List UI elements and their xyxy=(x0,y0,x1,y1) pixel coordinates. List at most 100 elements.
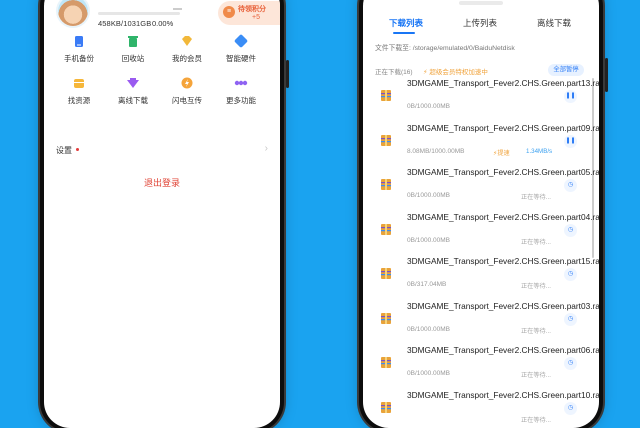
lightning-transfer-icon xyxy=(180,76,194,90)
feature-label: 闪电互传 xyxy=(160,95,214,106)
power-key xyxy=(605,58,608,92)
tab-download-list[interactable]: 下载列表 xyxy=(389,17,423,29)
storage-usage: 458KB/1031GB xyxy=(98,19,151,28)
clock-icon[interactable]: ◷ xyxy=(564,224,577,237)
file-name: 3DMGAME_Transport_Fever2.CHS.Green.part1… xyxy=(407,390,563,401)
clock-icon[interactable]: ◷ xyxy=(564,268,577,281)
active-tab-indicator xyxy=(393,32,415,34)
download-status: 正在等待... xyxy=(521,415,551,424)
download-status: 正在等待... xyxy=(521,326,551,335)
pause-icon[interactable]: ❚❚ xyxy=(564,90,577,103)
vip-diamond-icon xyxy=(180,34,194,48)
clock-icon[interactable]: ◷ xyxy=(564,313,577,326)
feature-label: 手机备份 xyxy=(52,53,106,64)
archive-file-icon xyxy=(381,90,391,101)
download-item[interactable]: 3DMGAME_Transport_Fever2.CHS.Green.part0… xyxy=(363,167,599,211)
file-name: 3DMGAME_Transport_Fever2.CHS.Green.part0… xyxy=(407,167,563,178)
volume-key xyxy=(286,60,289,88)
file-progress: 0B/1000.00MB xyxy=(407,326,450,333)
points-value: +5 xyxy=(252,14,260,21)
download-item[interactable]: 3DMGAME_Transport_Fever2.CHS.Green.part1… xyxy=(363,390,599,428)
phone-left-frame: 458KB/1031GB 0.00% ≡ 待领积分 +5 手机备份回收站我的会员… xyxy=(44,0,280,428)
file-name: 3DMGAME_Transport_Fever2.CHS.Green.part0… xyxy=(407,212,563,223)
clock-icon[interactable]: ◷ xyxy=(564,179,577,192)
pause-all-button[interactable]: 全部暂停 xyxy=(548,64,584,76)
feature-vip-diamond[interactable]: 我的会员 xyxy=(160,34,214,64)
clock-icon[interactable]: ◷ xyxy=(564,402,577,415)
storage-percent: 0.00% xyxy=(152,19,173,28)
feature-label: 更多功能 xyxy=(214,95,268,106)
file-name: 3DMGAME_Transport_Fever2.CHS.Green.part1… xyxy=(407,78,563,89)
feature-more-features[interactable]: 更多功能 xyxy=(214,76,268,106)
phone-right-frame: 下载列表 上传列表 离线下载 文件下载至: /storage/emulated/… xyxy=(363,0,599,428)
save-path: 文件下载至: /storage/emulated/0/BaiduNetdisk xyxy=(375,42,515,52)
status-bar xyxy=(459,1,503,5)
chevron-right-icon: › xyxy=(265,143,268,154)
logout-button[interactable]: 退出登录 xyxy=(104,175,220,189)
file-name: 3DMGAME_Transport_Fever2.CHS.Green.part1… xyxy=(407,256,563,267)
storage-progress-bar xyxy=(98,12,180,15)
clock-icon[interactable]: ◷ xyxy=(564,357,577,370)
phone-backup-icon xyxy=(72,34,86,48)
feature-smart-hardware[interactable]: 智能硬件 xyxy=(214,34,268,64)
recycle-bin-icon xyxy=(126,34,140,48)
feature-label: 回收站 xyxy=(106,53,160,64)
feature-lightning-transfer[interactable]: 闪电互传 xyxy=(160,76,214,106)
downloading-count: 正在下载(16) xyxy=(375,66,413,76)
feature-label: 智能硬件 xyxy=(214,53,268,64)
smart-hardware-icon xyxy=(234,34,248,48)
file-progress: 0B/1000.00MB xyxy=(407,370,450,377)
settings-label: 设置 xyxy=(56,145,72,156)
vip-hint-text: 超级会员特权加速中 xyxy=(429,69,488,76)
feature-label: 我的会员 xyxy=(160,53,214,64)
notification-dot xyxy=(76,148,79,151)
download-item[interactable]: 3DMGAME_Transport_Fever2.CHS.Green.part1… xyxy=(363,78,599,122)
archive-file-icon xyxy=(381,268,391,279)
download-status: 正在等待... xyxy=(521,192,551,201)
points-label: 待领积分 xyxy=(238,4,266,14)
archive-file-icon xyxy=(381,135,391,146)
archive-file-icon xyxy=(381,313,391,324)
vip-speed-hint: ⚡ 超级会员特权加速中 xyxy=(423,66,488,76)
archive-file-icon xyxy=(381,402,391,413)
speed-tag-text: 提速 xyxy=(497,150,509,157)
tab-upload-list[interactable]: 上传列表 xyxy=(463,17,497,29)
download-item[interactable]: 3DMGAME_Transport_Fever2.CHS.Green.part1… xyxy=(363,256,599,300)
feature-phone-backup[interactable]: 手机备份 xyxy=(52,34,106,64)
file-name: 3DMGAME_Transport_Fever2.CHS.Green.part0… xyxy=(407,301,563,312)
archive-file-icon xyxy=(381,224,391,235)
download-status: 正在等待... xyxy=(521,281,551,290)
download-item[interactable]: 3DMGAME_Transport_Fever2.CHS.Green.part0… xyxy=(363,212,599,256)
more-features-icon xyxy=(234,76,248,90)
points-badge[interactable]: ≡ 待领积分 +5 xyxy=(218,1,280,25)
feature-recycle-bin[interactable]: 回收站 xyxy=(106,34,160,64)
download-status: 正在等待... xyxy=(521,370,551,379)
feature-find-resources[interactable]: 找资源 xyxy=(52,76,106,106)
tab-offline-download[interactable]: 离线下载 xyxy=(537,17,571,29)
settings-row[interactable]: 设置 › xyxy=(56,143,268,159)
file-progress: 0B/1000.00MB xyxy=(407,192,450,199)
download-item[interactable]: 3DMGAME_Transport_Fever2.CHS.Green.part0… xyxy=(363,123,599,167)
feature-label: 找资源 xyxy=(52,95,106,106)
feature-label: 离线下载 xyxy=(106,95,160,106)
download-item[interactable]: 3DMGAME_Transport_Fever2.CHS.Green.part0… xyxy=(363,301,599,345)
file-progress: 0B/1000.00MB xyxy=(407,103,450,110)
archive-file-icon xyxy=(381,179,391,190)
speed-boost-tag: ⚡提速 xyxy=(493,148,510,157)
pause-icon[interactable]: ❚❚ xyxy=(564,135,577,148)
archive-file-icon xyxy=(381,357,391,368)
download-speed: 1.34MB/s xyxy=(526,148,552,155)
feature-offline-download[interactable]: 离线下载 xyxy=(106,76,160,106)
file-progress: 8.08MB/1000.00MB xyxy=(407,148,464,155)
download-status: 正在等待... xyxy=(521,237,551,246)
avatar[interactable] xyxy=(58,0,88,26)
file-name: 3DMGAME_Transport_Fever2.CHS.Green.part0… xyxy=(407,345,563,356)
file-progress: 0B/317.04MB xyxy=(407,281,446,288)
find-resources-icon xyxy=(72,76,86,90)
offline-download-icon xyxy=(126,76,140,90)
file-progress: 0B/1000.00MB xyxy=(407,237,450,244)
divider xyxy=(173,8,182,10)
coin-icon: ≡ xyxy=(223,6,235,18)
file-name: 3DMGAME_Transport_Fever2.CHS.Green.part0… xyxy=(407,123,563,134)
download-item[interactable]: 3DMGAME_Transport_Fever2.CHS.Green.part0… xyxy=(363,345,599,389)
